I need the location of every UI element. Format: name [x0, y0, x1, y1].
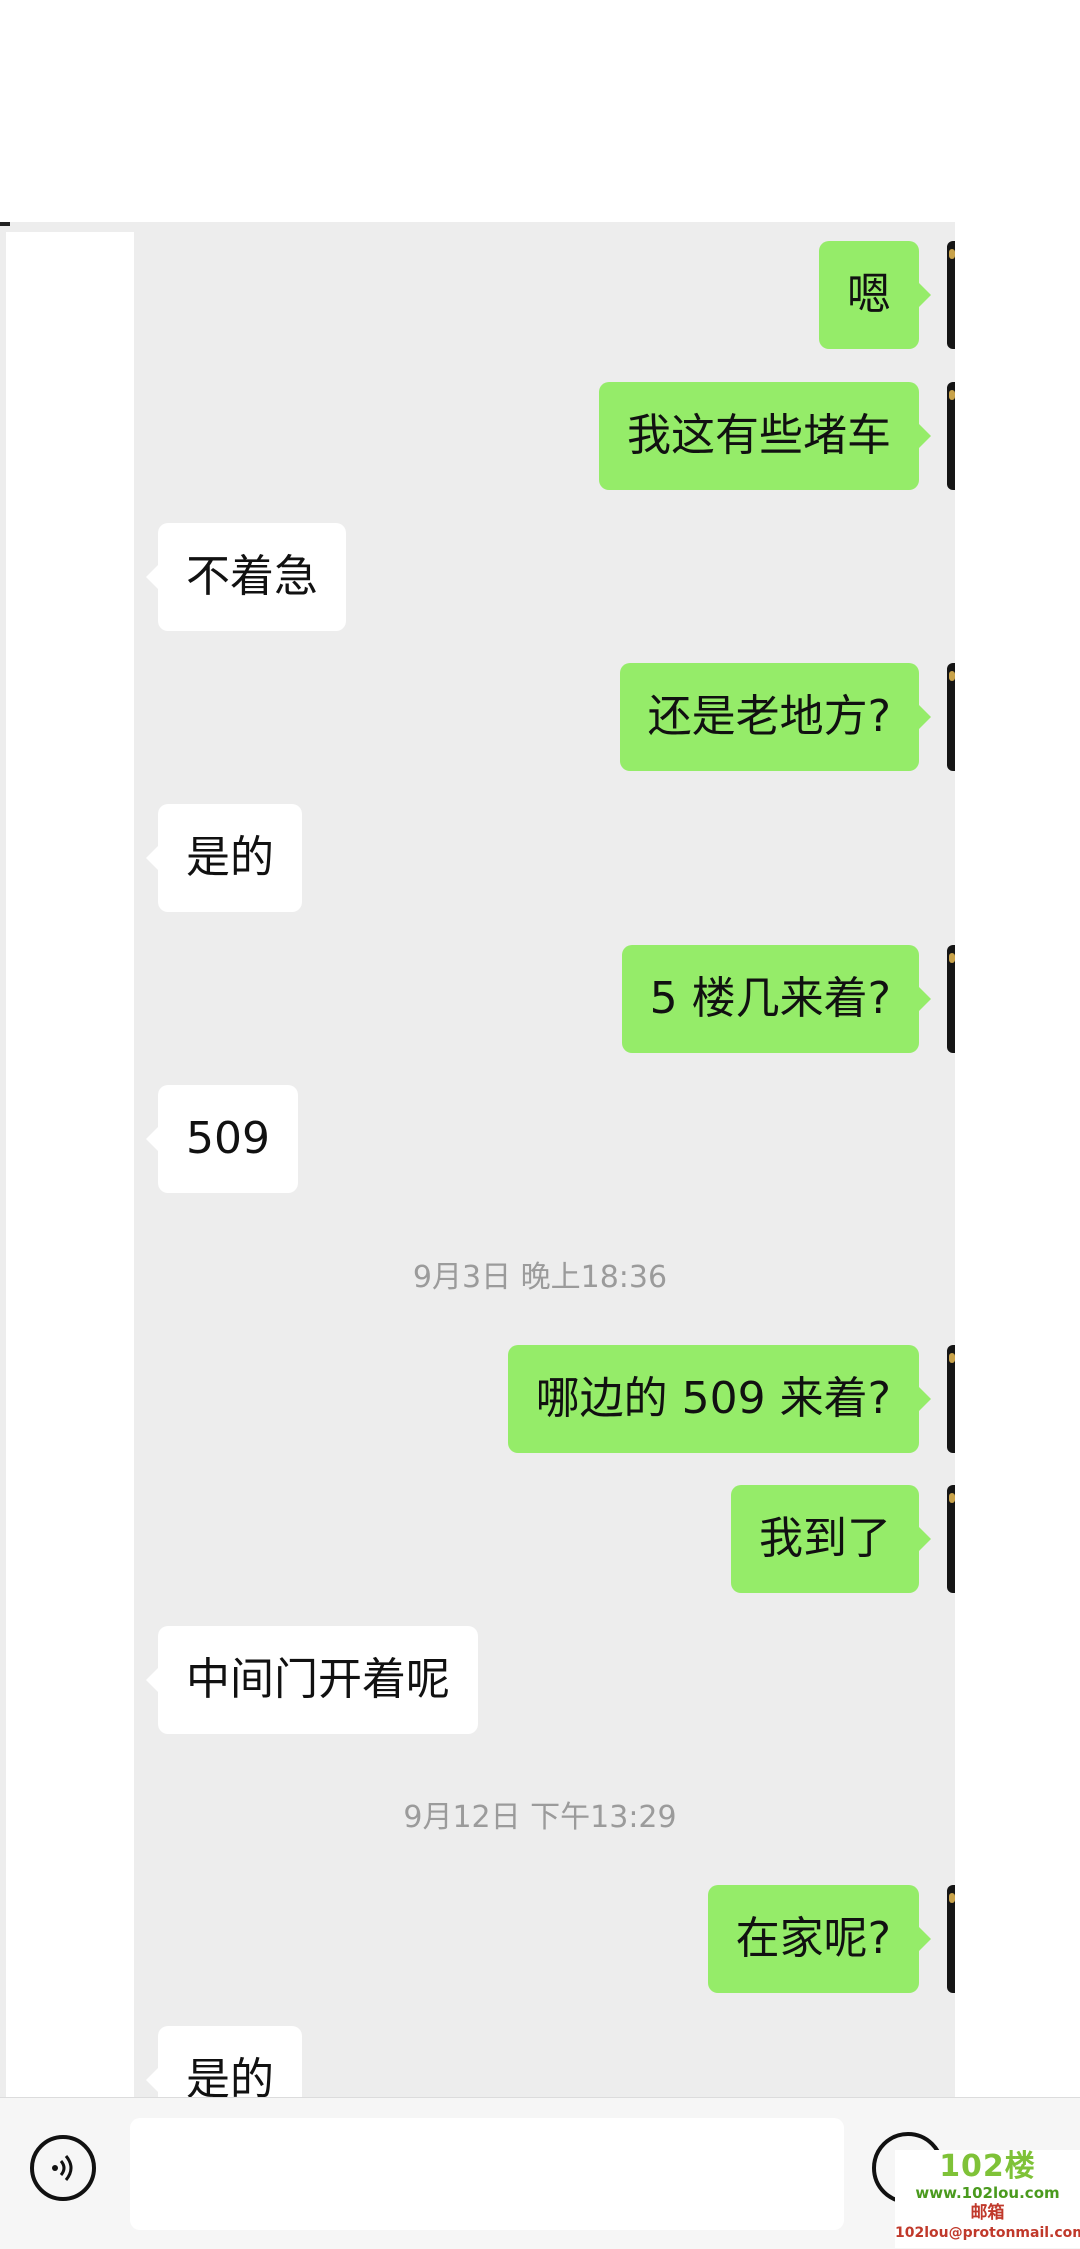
message-bubble-incoming[interactable]: 是的 [146, 2026, 302, 2097]
chat-message-list[interactable]: 嗯 我这有些堵车 不着急 还是老地方? 是的 5 楼几来着? 509 9月3日 … [0, 222, 955, 2097]
message-text: 是的 [186, 2054, 274, 2097]
voice-icon[interactable] [30, 2135, 96, 2201]
message-text: 嗯 [847, 269, 891, 320]
self-avatar[interactable] [947, 241, 955, 349]
message-text-input[interactable] [130, 2118, 844, 2230]
message-text: 我到了 [759, 1513, 891, 1564]
header-blank-area [0, 0, 1080, 222]
message-text: 我这有些堵车 [627, 410, 891, 461]
message-text: 是的 [186, 832, 274, 883]
message-text: 中间门开着呢 [186, 1654, 450, 1705]
message-bubble-incoming[interactable]: 中间门开着呢 [146, 1626, 478, 1734]
message-bubble-incoming[interactable]: 是的 [146, 804, 302, 912]
message-bubble-outgoing[interactable]: 我到了 [731, 1485, 931, 1593]
message-bubble-outgoing[interactable]: 5 楼几来着? [621, 945, 932, 1053]
message-bubble-outgoing[interactable]: 在家呢? [707, 1885, 932, 1993]
self-avatar[interactable] [947, 945, 955, 1053]
watermark-logo: 102楼 [939, 2149, 1036, 2184]
message-bubble-outgoing[interactable]: 哪边的 509 来着? [507, 1345, 932, 1453]
self-avatar[interactable] [947, 1485, 955, 1593]
message-bubble-outgoing[interactable]: 还是老地方? [619, 663, 932, 771]
message-text: 还是老地方? [647, 691, 891, 742]
watermark: 102楼 www.102lou.com 邮箱 102lou@protonmail… [895, 2150, 1080, 2248]
message-bubble-outgoing[interactable]: 我这有些堵车 [599, 382, 931, 490]
watermark-mail-label: 邮箱 [970, 2203, 1005, 2223]
message-text: 509 [186, 1113, 270, 1164]
message-timestamp: 9月3日 晚上18:36 [412, 1260, 668, 1295]
self-avatar[interactable] [947, 663, 955, 771]
self-avatar[interactable] [947, 382, 955, 490]
watermark-mail: 102lou@protonmail.com [895, 2225, 1080, 2241]
voice-icon-glyph [52, 2155, 73, 2181]
message-bubble-incoming[interactable]: 不着急 [146, 523, 346, 631]
message-bubble-outgoing[interactable]: 嗯 [819, 241, 931, 349]
corner-mark [0, 222, 10, 226]
message-text: 在家呢? [735, 1913, 891, 1964]
message-text: 5 楼几来着? [649, 973, 891, 1024]
watermark-url: www.102lou.com [915, 2184, 1060, 2202]
message-text: 哪边的 509 来着? [535, 1373, 891, 1424]
self-avatar[interactable] [947, 1885, 955, 1993]
self-avatar[interactable] [947, 1345, 955, 1453]
message-text: 不着急 [186, 551, 318, 602]
message-bubble-incoming[interactable]: 509 [146, 1085, 298, 1193]
right-blank-area [955, 222, 1080, 2097]
message-timestamp: 9月12日 下午13:29 [403, 1800, 677, 1835]
